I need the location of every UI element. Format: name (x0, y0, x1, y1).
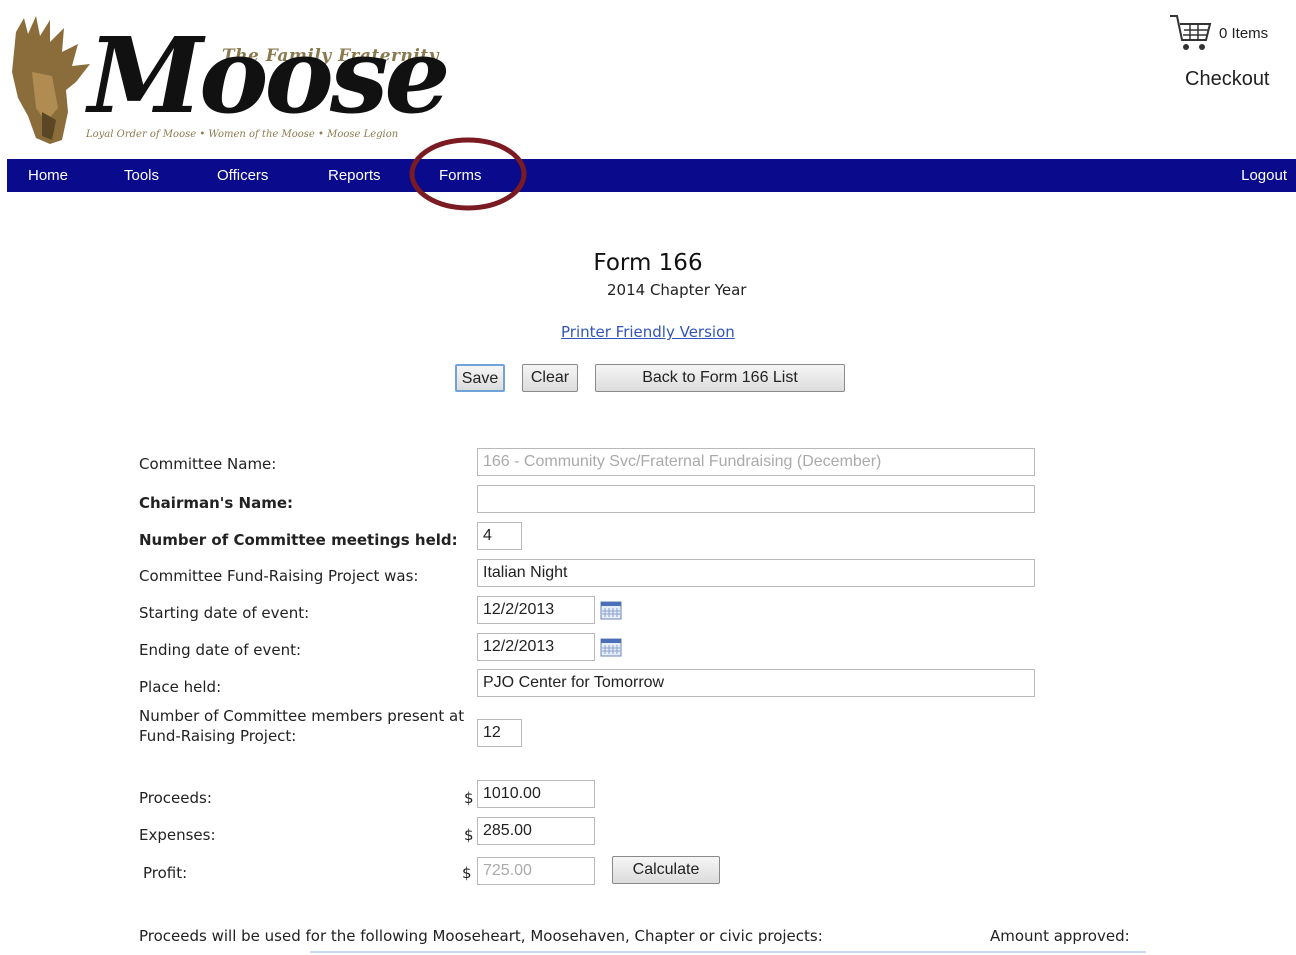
project-field-top-edge[interactable] (310, 951, 1146, 953)
end-date-field[interactable]: 12/2/2013 (477, 633, 595, 661)
place-held-label: Place held: (139, 678, 222, 696)
forms-highlight-circle (409, 137, 527, 211)
meetings-held-field[interactable]: 4 (477, 522, 522, 550)
calendar-icon[interactable] (600, 637, 622, 657)
place-held-field[interactable]: PJO Center for Tomorrow (477, 669, 1035, 697)
back-to-list-button[interactable]: Back to Form 166 List (595, 364, 845, 392)
cart-item-count[interactable]: 0 Items (1219, 25, 1268, 42)
committee-name-field[interactable]: 166 - Community Svc/Fraternal Fundraisin… (477, 448, 1035, 476)
site-logo[interactable]: The Family Fraternity Moose Loyal Order … (6, 8, 476, 153)
members-present-label-line1: Number of Committee members present at (139, 707, 465, 725)
nav-home[interactable]: Home (28, 159, 68, 192)
members-present-label-line2: Fund-Raising Project: (139, 727, 297, 745)
checkout-link[interactable]: Checkout (1185, 68, 1270, 91)
expenses-field[interactable]: 285.00 (477, 817, 595, 845)
cart-icon[interactable] (1168, 12, 1214, 54)
members-present-label: Number of Committee members present at F… (139, 706, 464, 746)
start-date-label: Starting date of event: (139, 604, 310, 622)
proceeds-label: Proceeds: (139, 789, 212, 807)
project-field[interactable]: Italian Night (477, 559, 1035, 587)
brand-name: Moose (88, 14, 451, 137)
calendar-icon[interactable] (600, 600, 622, 620)
expenses-currency: $ (464, 826, 474, 844)
amount-approved-label: Amount approved: (990, 927, 1130, 945)
chairman-name-field[interactable] (477, 485, 1035, 513)
save-button[interactable]: Save (455, 364, 505, 392)
nav-reports[interactable]: Reports (328, 159, 381, 192)
proceeds-usage-label: Proceeds will be used for the following … (139, 927, 823, 945)
proceeds-currency: $ (464, 789, 474, 807)
committee-name-label: Committee Name: (139, 455, 277, 473)
main-nav-bar: Home Tools Officers Reports Forms Logout (7, 159, 1296, 192)
expenses-label: Expenses: (139, 826, 216, 844)
printer-friendly-link[interactable]: Printer Friendly Version (561, 323, 735, 341)
nav-officers[interactable]: Officers (217, 159, 268, 192)
proceeds-field[interactable]: 1010.00 (477, 780, 595, 808)
meetings-held-label: Number of Committee meetings held: (139, 531, 458, 549)
clear-button[interactable]: Clear (522, 364, 578, 392)
end-date-label: Ending date of event: (139, 641, 302, 659)
start-date-field[interactable]: 12/2/2013 (477, 596, 595, 624)
brand-tagline-bottom: Loyal Order of Moose • Women of the Moos… (86, 129, 399, 140)
page-title: Form 166 (593, 250, 703, 276)
profit-field[interactable]: 725.00 (477, 857, 595, 885)
members-present-field[interactable]: 12 (477, 719, 522, 747)
project-label: Committee Fund-Raising Project was: (139, 567, 419, 585)
profit-label: Profit: (143, 864, 188, 882)
nav-logout[interactable]: Logout (1241, 159, 1287, 192)
profit-currency: $ (462, 864, 472, 882)
page-subtitle: 2014 Chapter Year (607, 281, 747, 299)
chairman-name-label: Chairman's Name: (139, 494, 293, 512)
nav-tools[interactable]: Tools (124, 159, 159, 192)
calculate-button[interactable]: Calculate (612, 856, 720, 884)
